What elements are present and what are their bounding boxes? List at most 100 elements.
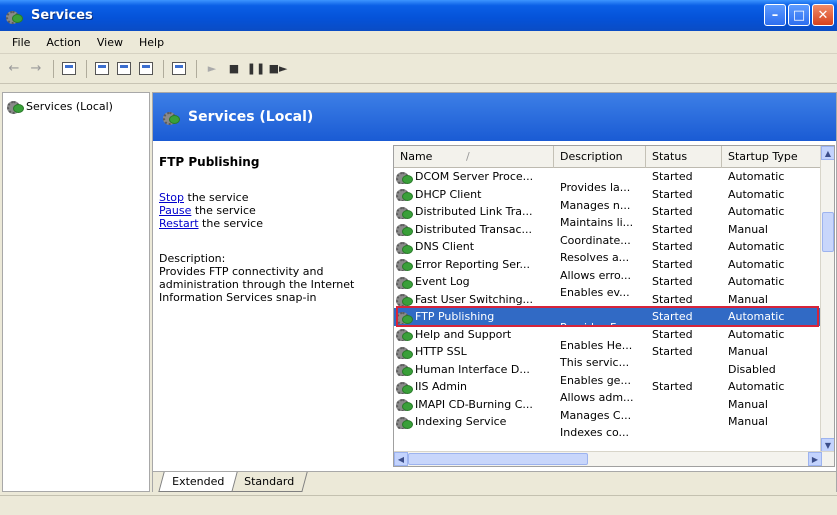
scroll-thumb[interactable]	[408, 453, 588, 465]
horizontal-scrollbar[interactable]: ◀ ▶	[394, 451, 834, 466]
table-row[interactable]: Distributed Transac... Coordinate... Start…	[394, 221, 822, 247]
table-row[interactable]: DCOM Server Proce... Provides la... Starte…	[394, 168, 822, 194]
service-startup-type-cell: Automatic	[728, 380, 785, 394]
scroll-up-icon[interactable]: ▲	[821, 146, 834, 160]
export-list-icon[interactable]	[136, 59, 156, 79]
minimize-button[interactable]: –	[764, 4, 786, 26]
menu-file[interactable]: File	[4, 36, 38, 49]
service-status-cell: Started	[652, 187, 693, 201]
table-row[interactable]: Fast User Switching...Provides m...Start…	[394, 291, 822, 317]
service-gear-icon	[396, 275, 413, 289]
table-row[interactable]: DHCP Client Manages n... Started Automatic	[394, 186, 822, 212]
service-startup-type-cell: Manual	[728, 292, 768, 306]
table-row[interactable]: Human Interface D... Enables ge... Disable…	[394, 361, 822, 387]
toolbar-separator	[53, 59, 54, 78]
stop-action: Stop the service	[159, 191, 389, 204]
service-startup-type-cell: Manual	[728, 415, 768, 429]
start-service-icon[interactable]: ►	[202, 59, 222, 79]
table-row[interactable]: Distributed Link Tra... Maintains li... St…	[394, 203, 822, 229]
service-name: DHCP Client	[415, 187, 482, 201]
help-icon[interactable]	[169, 59, 189, 79]
sort-indicator-icon: /	[465, 150, 470, 163]
service-description: Description: Provides FTP connectivity a…	[159, 252, 389, 304]
vertical-scrollbar[interactable]: ▲ ▼	[820, 146, 834, 452]
tab-label: Extended	[172, 475, 225, 488]
menu-view[interactable]: View	[89, 36, 131, 49]
properties-icon[interactable]	[92, 59, 112, 79]
table-row[interactable]: Error Reporting Ser... Allows erro... Star…	[394, 256, 822, 282]
service-name-cell: HTTP SSL	[394, 345, 554, 359]
description-line: administration through the Internet	[159, 278, 355, 291]
status-bar	[0, 495, 837, 515]
service-name: Error Reporting Ser...	[415, 257, 531, 271]
pause-action: Pause the service	[159, 204, 389, 217]
stop-service-icon[interactable]: ■	[224, 59, 244, 79]
scroll-left-icon[interactable]: ◀	[394, 452, 408, 466]
tab-extended[interactable]: Extended	[158, 472, 238, 492]
service-name: Distributed Transac...	[415, 222, 533, 236]
table-row[interactable]: DNS Client Resolves a... Started Automatic	[394, 238, 822, 264]
menu-help[interactable]: Help	[131, 36, 172, 49]
forward-arrow-icon[interactable]: →	[26, 59, 46, 79]
service-name-cell: Help and Support	[394, 327, 554, 342]
service-name-cell: IMAPI CD-Burning C...	[394, 397, 554, 412]
service-gear-icon	[396, 380, 413, 394]
service-name: Indexing Service	[415, 415, 507, 429]
scroll-right-icon[interactable]: ▶	[808, 452, 822, 466]
stop-link[interactable]: Stop	[159, 191, 184, 204]
service-name-cell: Fast User Switching...	[394, 292, 554, 307]
service-name-cell: DNS Client	[394, 240, 554, 254]
service-gear-icon	[396, 310, 413, 324]
service-name-cell: Distributed Transac...	[394, 222, 554, 237]
service-startup-type-cell: Manual	[728, 397, 768, 411]
show-hide-console-tree-icon[interactable]	[59, 59, 79, 79]
maximize-button[interactable]: □	[788, 4, 810, 26]
column-header-startup-type[interactable]: Startup Type	[722, 146, 822, 168]
view-tabs: Extended Standard	[153, 471, 836, 493]
column-header-description[interactable]: Description	[554, 146, 646, 168]
pause-link[interactable]: Pause	[159, 204, 191, 217]
service-gear-icon	[396, 327, 413, 342]
table-row[interactable]: Event Log Enables ev... Started Automatic	[394, 273, 822, 299]
back-arrow-icon[interactable]: ←	[4, 59, 24, 79]
restart-link[interactable]: Restart	[159, 217, 199, 230]
restart-service-icon[interactable]: ■►	[268, 59, 288, 79]
table-row[interactable]: IIS Admin Allows adm... Started Automatic	[394, 378, 822, 404]
service-name-cell: Human Interface D...	[394, 362, 554, 377]
action-text: the service	[198, 217, 263, 230]
service-gear-icon	[396, 362, 413, 377]
menu-action[interactable]: Action	[38, 36, 88, 49]
service-status-cell: Started	[652, 292, 693, 306]
service-gear-icon	[396, 187, 413, 202]
tab-standard[interactable]: Standard	[230, 472, 308, 492]
service-name-cell: Indexing Service	[394, 415, 554, 429]
service-status-cell: Started	[652, 327, 693, 341]
table-row[interactable]: Indexing Service Indexes co... Manual	[394, 413, 822, 439]
service-gear-icon	[396, 345, 413, 359]
service-gear-icon	[396, 222, 413, 237]
service-startup-type-cell: Manual	[728, 222, 768, 236]
toolbar: ← → ► ■ ❚❚ ■►	[0, 54, 837, 84]
toolbar-separator	[163, 59, 164, 78]
table-row[interactable]: IMAPI CD-Burning C... Manages C... Manual	[394, 396, 822, 422]
scroll-thumb[interactable]	[822, 212, 834, 252]
column-header-name[interactable]: Name /	[394, 146, 554, 168]
column-header-status[interactable]: Status	[646, 146, 722, 168]
table-row[interactable]: HTTP SSL This servic... Started Manual	[394, 343, 822, 369]
tree-item-services-local[interactable]: Services (Local)	[7, 99, 113, 114]
table-row[interactable]: FTP Publishing Provides F... Started Automa…	[394, 306, 822, 334]
close-button[interactable]: ✕	[812, 4, 834, 26]
scroll-down-icon[interactable]: ▼	[821, 438, 834, 452]
service-name: Human Interface D...	[415, 362, 530, 376]
table-row[interactable]: Help and Support Enables He... Started Auto…	[394, 326, 822, 352]
service-name: Help and Support	[415, 327, 512, 341]
service-status-cell: Started	[652, 170, 693, 184]
service-startup-type-cell: Automatic	[728, 205, 785, 219]
pane-title: Services (Local)	[188, 109, 314, 125]
services-icon	[163, 110, 180, 125]
service-status-cell: Started	[652, 205, 693, 219]
refresh-icon[interactable]	[114, 59, 134, 79]
pause-service-icon[interactable]: ❚❚	[246, 59, 266, 79]
service-startup-type-cell: Automatic	[728, 257, 785, 271]
console-tree: Services (Local)	[2, 92, 150, 492]
